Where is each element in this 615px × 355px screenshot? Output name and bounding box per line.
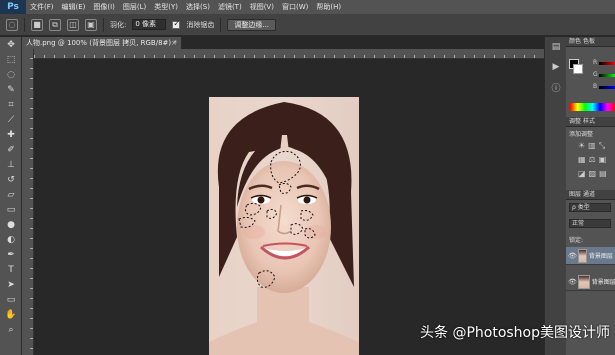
close-icon[interactable]: × xyxy=(171,37,177,49)
feather-label: 羽化: xyxy=(110,20,127,29)
marquee-tool-icon[interactable]: ⬚ xyxy=(0,52,22,67)
right-panels: 颜色 色板 R G B 调整 样式 添加调整 ☀▥⤡ ▦⚖▣ ◪▨▤ 图层 通道… xyxy=(566,37,615,355)
divider xyxy=(103,17,104,32)
blend-mode-select[interactable]: 正常 xyxy=(569,219,611,228)
b-label: B xyxy=(593,83,598,90)
layer-name: 背景图层 拷贝 xyxy=(588,253,615,260)
document-image[interactable] xyxy=(209,97,359,355)
add-adjustment-label: 添加调整 xyxy=(569,131,594,138)
color-panel-header[interactable]: 颜色 色板 xyxy=(566,37,615,47)
channels-tab[interactable]: 通道 xyxy=(583,191,595,198)
layers-tab[interactable]: 图层 xyxy=(569,191,581,198)
menu-help[interactable]: 帮助(H) xyxy=(312,2,345,12)
b-slider[interactable] xyxy=(599,86,615,89)
document-tab[interactable]: 人物.png @ 100% (背景图层 拷贝, RGB/8#) * × xyxy=(22,37,182,49)
portrait-illustration xyxy=(209,102,359,355)
horizontal-ruler[interactable] xyxy=(34,49,544,59)
shape-tool-icon[interactable]: ▭ xyxy=(0,292,22,307)
vertical-ruler[interactable] xyxy=(22,49,34,355)
menu-window[interactable]: 窗口(W) xyxy=(278,2,312,12)
eraser-tool-icon[interactable]: ▱ xyxy=(0,187,22,202)
background-color-swatch[interactable] xyxy=(573,64,583,74)
document-title: 人物.png @ 100% (背景图层 拷贝, RGB/8#) * xyxy=(26,39,177,47)
color-spectrum[interactable] xyxy=(570,103,615,111)
layer-kind-filter[interactable]: ρ 类型 xyxy=(569,203,611,212)
add-selection-icon[interactable]: ⧉ xyxy=(49,18,61,31)
photoshop-logo: Ps xyxy=(0,0,26,14)
g-slider[interactable] xyxy=(599,74,615,77)
layers-panel-header[interactable]: 图层 通道 xyxy=(566,190,615,200)
menu-select[interactable]: 选择(S) xyxy=(182,2,214,12)
dodge-tool-icon[interactable]: ◐ xyxy=(0,232,22,247)
menu-filter[interactable]: 滤镜(T) xyxy=(214,2,246,12)
layer-thumbnail xyxy=(578,274,590,289)
layer-row[interactable]: 👁 背景图层 xyxy=(566,273,615,291)
adjust-tab[interactable]: 调整 xyxy=(569,118,581,125)
blur-tool-icon[interactable]: ● xyxy=(0,217,22,232)
intersect-selection-icon[interactable]: ▣ xyxy=(85,18,97,31)
g-label: G xyxy=(593,71,598,78)
collapsed-panel-dock: ▤ ▶ ⓘ xyxy=(544,37,566,355)
divider xyxy=(24,17,25,32)
new-selection-icon[interactable]: ■ xyxy=(31,18,43,31)
divider xyxy=(220,17,222,32)
menu-bar: Ps 文件(F) 编辑(E) 图像(I) 图层(L) 类型(Y) 选择(S) 滤… xyxy=(0,0,615,14)
r-slider[interactable] xyxy=(599,62,615,65)
eyedropper-tool-icon[interactable]: ⟋ xyxy=(0,112,22,127)
gradient-tool-icon[interactable]: ▭ xyxy=(0,202,22,217)
watermark: 头条 @Photoshop美图设计师 xyxy=(420,325,611,341)
tools-panel: ✥ ⬚ ◌ ✎ ⌗ ⟋ ✚ ✐ ⊥ ↺ ▱ ▭ ● ◐ ✒ T ➤ ▭ ✋ ⌕ xyxy=(0,37,22,355)
menu-image[interactable]: 图像(I) xyxy=(89,2,119,12)
adjustment-icons-row-2[interactable]: ▦⚖▣ xyxy=(578,155,609,164)
clone-stamp-tool-icon[interactable]: ⊥ xyxy=(0,157,22,172)
color-tab[interactable]: 颜色 xyxy=(569,38,581,45)
antialias-checkbox[interactable] xyxy=(172,19,181,29)
adjustment-icons-row-3[interactable]: ◪▨▤ xyxy=(578,169,610,178)
hand-tool-icon[interactable]: ✋ xyxy=(0,307,22,322)
history-icon[interactable]: ▤ xyxy=(545,37,567,57)
menu-type[interactable]: 类型(Y) xyxy=(150,2,182,12)
move-tool-icon[interactable]: ✥ xyxy=(0,37,22,52)
layer-thumbnail xyxy=(578,248,587,263)
swatches-tab[interactable]: 色板 xyxy=(583,38,595,45)
layer-row[interactable]: 👁 背景图层 拷贝 xyxy=(566,247,615,265)
crop-tool-icon[interactable]: ⌗ xyxy=(0,97,22,112)
pen-tool-icon[interactable]: ✒ xyxy=(0,247,22,262)
adjust-panel-header[interactable]: 调整 样式 xyxy=(566,117,615,127)
feather-input[interactable]: 0 像素 xyxy=(132,19,167,30)
properties-icon[interactable]: ⓘ xyxy=(545,77,567,97)
eye-icon[interactable]: 👁 xyxy=(568,252,577,260)
lock-label: 锁定: xyxy=(569,237,584,244)
menu-edit[interactable]: 编辑(E) xyxy=(58,2,90,12)
path-select-tool-icon[interactable]: ➤ xyxy=(0,277,22,292)
options-bar: ◌ ■ ⧉ ◫ ▣ 羽化: 0 像素 消除锯齿 调整边缘... xyxy=(0,14,615,36)
actions-icon[interactable]: ▶ xyxy=(545,57,567,77)
quick-select-tool-icon[interactable]: ✎ xyxy=(0,82,22,97)
menu-view[interactable]: 视图(V) xyxy=(246,2,278,12)
styles-tab[interactable]: 样式 xyxy=(583,118,595,125)
brush-tool-icon[interactable]: ✐ xyxy=(0,142,22,157)
antialias-label: 消除锯齿 xyxy=(186,20,215,29)
menu-file[interactable]: 文件(F) xyxy=(26,2,58,12)
layer-name: 背景图层 xyxy=(591,279,615,286)
subtract-selection-icon[interactable]: ◫ xyxy=(67,18,79,31)
healing-brush-tool-icon[interactable]: ✚ xyxy=(0,127,22,142)
type-tool-icon[interactable]: T xyxy=(0,262,22,277)
refine-edge-button[interactable]: 调整边缘... xyxy=(227,18,277,31)
lasso-preset-icon[interactable]: ◌ xyxy=(6,18,18,31)
r-label: R xyxy=(593,59,598,66)
menu-layer[interactable]: 图层(L) xyxy=(119,2,150,12)
zoom-tool-icon[interactable]: ⌕ xyxy=(0,322,22,337)
eye-icon[interactable]: 👁 xyxy=(568,278,577,286)
history-brush-tool-icon[interactable]: ↺ xyxy=(0,172,22,187)
adjustment-icons-row-1[interactable]: ☀▥⤡ xyxy=(578,141,608,151)
lasso-tool-icon[interactable]: ◌ xyxy=(0,67,22,82)
